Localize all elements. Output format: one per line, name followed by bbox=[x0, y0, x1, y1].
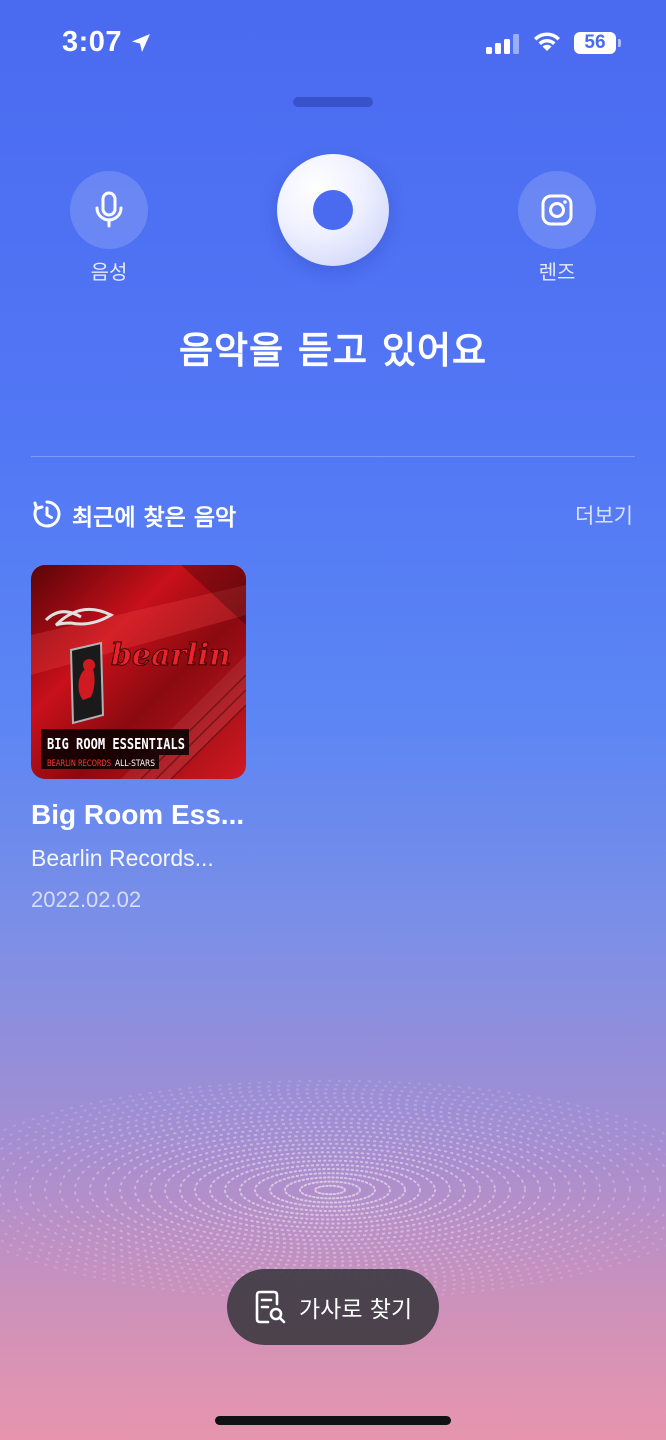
home-indicator bbox=[215, 1416, 451, 1425]
status-bar: 3:07 56 bbox=[0, 0, 666, 90]
status-time: 3:07 bbox=[62, 26, 123, 58]
music-listening-button[interactable] bbox=[277, 154, 389, 266]
voice-search-button[interactable] bbox=[70, 171, 148, 249]
battery-tip bbox=[618, 39, 621, 47]
cover-subtitle-a: BEARLIN RECORDS bbox=[47, 759, 111, 769]
cover-logo-text: bearlin bbox=[111, 638, 231, 673]
sound-wave-decoration bbox=[0, 1079, 666, 1301]
cellular-signal-icon bbox=[486, 34, 519, 54]
history-icon bbox=[33, 500, 61, 528]
cover-title-text: BIG ROOM ESSENTIALS bbox=[47, 735, 185, 753]
find-by-lyrics-button[interactable]: 가사로 찾기 bbox=[227, 1269, 439, 1345]
wifi-icon bbox=[534, 32, 560, 51]
lens-button[interactable] bbox=[518, 171, 596, 249]
lens-label: 렌즈 bbox=[538, 260, 576, 284]
microphone-icon bbox=[95, 191, 123, 228]
listening-indicator bbox=[313, 190, 353, 230]
found-date: 2022.02.02 bbox=[31, 887, 142, 912]
song-artist: Bearlin Records... bbox=[31, 845, 214, 871]
recent-music-title: 최근에 찾은 음악 bbox=[72, 505, 237, 531]
lens-icon bbox=[541, 194, 573, 226]
find-by-lyrics-label: 가사로 찾기 bbox=[299, 1297, 413, 1323]
album-cover: bearlin BIG ROOM ESSENTIALS BEARLIN RECO… bbox=[31, 565, 246, 779]
battery-icon: 56 bbox=[574, 32, 616, 54]
more-link[interactable]: 더보기 bbox=[575, 500, 633, 530]
location-arrow-icon bbox=[132, 34, 150, 52]
cover-subtitle-b: ALL-STARS bbox=[115, 759, 155, 769]
lyrics-search-icon bbox=[255, 1290, 286, 1324]
sheet-handle[interactable] bbox=[293, 97, 373, 107]
recent-music-card[interactable]: bearlin BIG ROOM ESSENTIALS BEARLIN RECO… bbox=[31, 565, 246, 915]
divider bbox=[31, 456, 635, 457]
listening-status-title: 음악을 듣고 있어요 bbox=[178, 329, 488, 372]
song-title: Big Room Ess... bbox=[31, 799, 245, 830]
voice-search-label: 음성 bbox=[90, 260, 128, 284]
